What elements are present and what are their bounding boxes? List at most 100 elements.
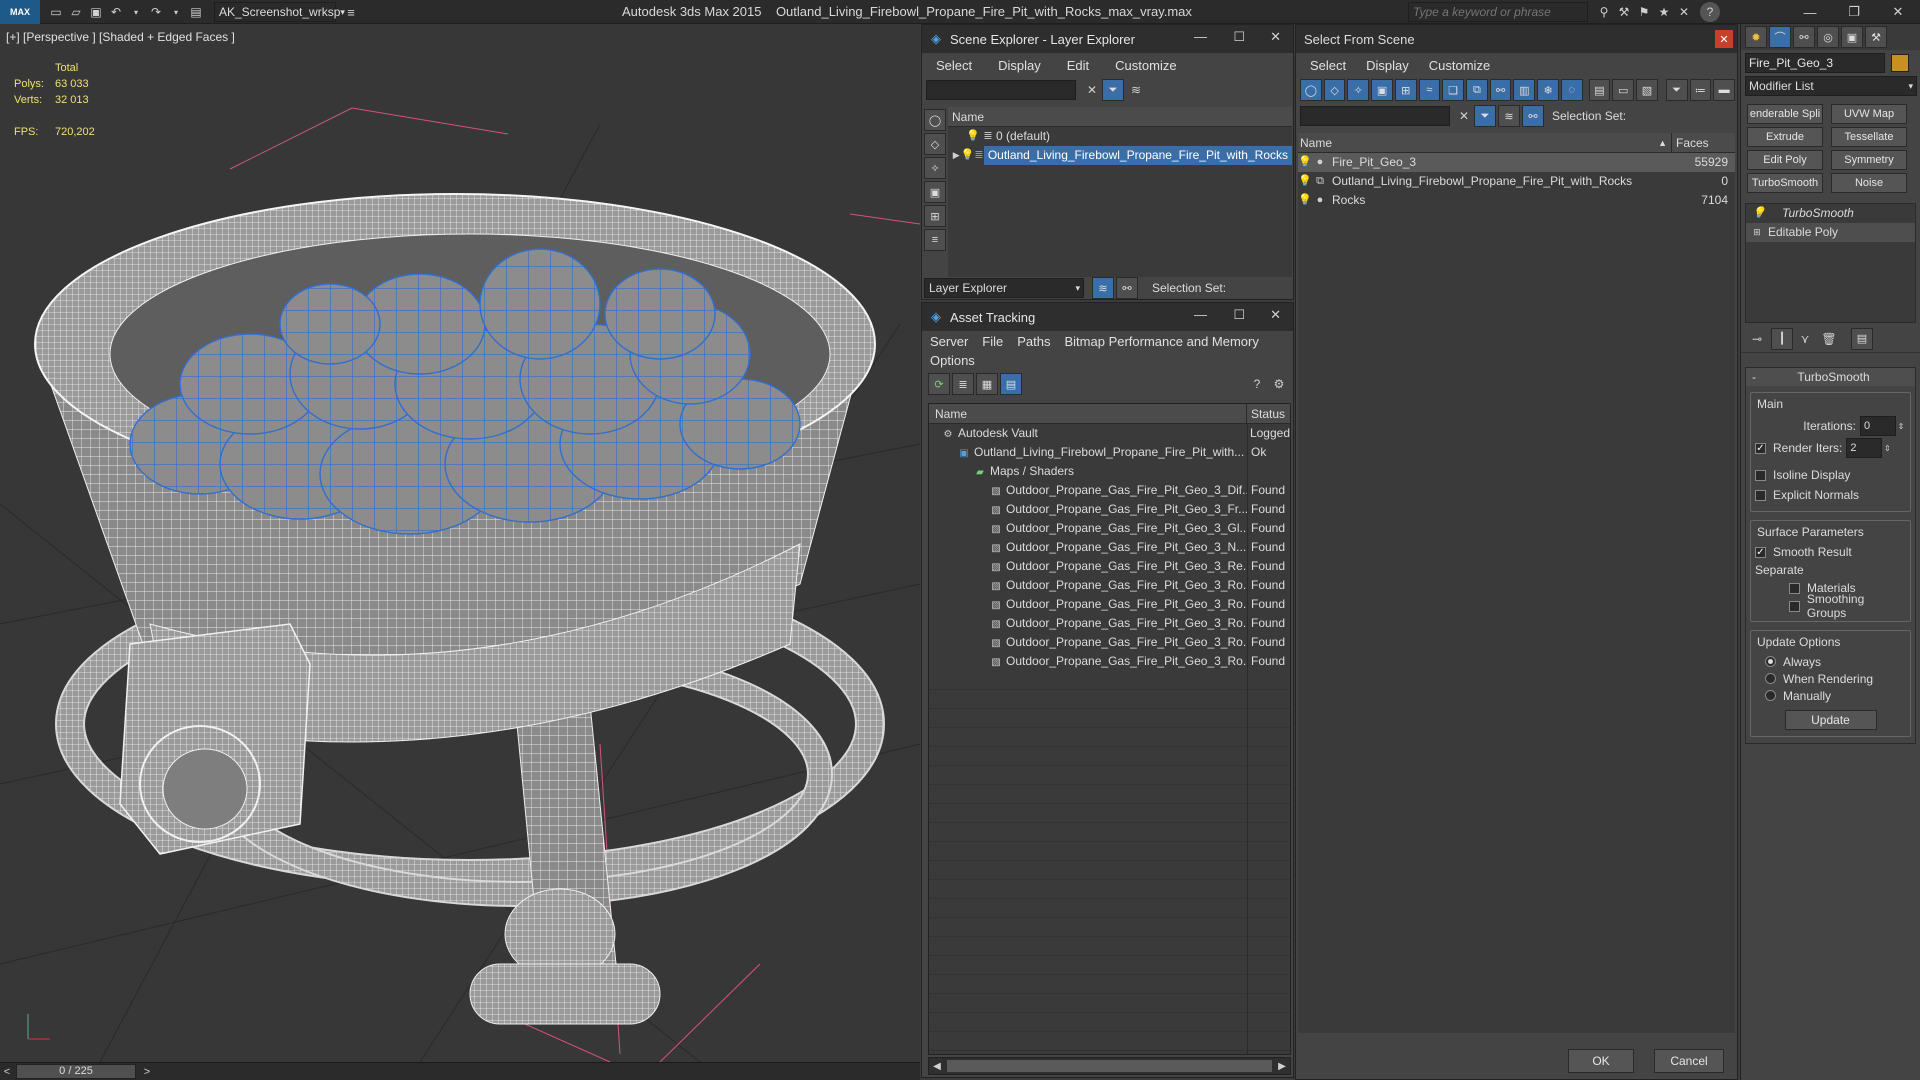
- column-header-status[interactable]: Status: [1247, 404, 1285, 424]
- menu-customize[interactable]: Customize: [1429, 58, 1490, 73]
- settings-icon[interactable]: ⚙: [1269, 374, 1289, 394]
- asset-row[interactable]: ▧ Outdoor_Propane_Gas_Fire_Pit_Geo_3_Fr..…: [929, 500, 1290, 519]
- object-color-swatch[interactable]: [1891, 54, 1909, 72]
- asset-row[interactable]: ⚙ Autodesk Vault Logged: [929, 424, 1290, 443]
- perspective-viewport[interactable]: [+] [Perspective ] [Shaded + Edged Faces…: [0, 24, 920, 1062]
- scroll-right-icon[interactable]: ▶: [1274, 1061, 1290, 1072]
- modifier-button[interactable]: TurboSmooth: [1747, 173, 1823, 193]
- app-logo[interactable]: MAX: [0, 0, 40, 24]
- filter-geometry-icon[interactable]: ◯: [1300, 79, 1322, 101]
- display-none-icon[interactable]: ▭: [1612, 79, 1635, 101]
- asset-tracking-titlebar[interactable]: ◈ Asset Tracking — ☐ ✕: [922, 303, 1293, 331]
- close-icon[interactable]: ✕: [1876, 0, 1920, 24]
- help-icon[interactable]: ?: [1247, 374, 1267, 394]
- asset-row[interactable]: ▧ Outdoor_Propane_Gas_Fire_Pit_Geo_3_N...…: [929, 538, 1290, 557]
- maximize-icon[interactable]: ☐: [1233, 307, 1245, 323]
- filter-frozen-icon[interactable]: ❄: [1537, 79, 1559, 101]
- tools-icon[interactable]: ⚒: [1614, 2, 1634, 22]
- asset-row[interactable]: ▧ Outdoor_Propane_Gas_Fire_Pit_Geo_3_Ro..…: [929, 595, 1290, 614]
- make-unique-icon[interactable]: ⋎: [1795, 329, 1815, 349]
- modify-tab-icon[interactable]: ⌒: [1769, 26, 1791, 48]
- display-layers-icon[interactable]: ≡: [924, 229, 946, 251]
- select-search-input[interactable]: [1300, 106, 1450, 126]
- table-view-icon[interactable]: ▤: [1000, 373, 1022, 395]
- clear-search-icon[interactable]: ✕: [1082, 80, 1102, 100]
- motion-tab-icon[interactable]: ◎: [1817, 26, 1839, 48]
- horizontal-scrollbar[interactable]: ◀ ▶: [928, 1057, 1291, 1075]
- filter-icon[interactable]: ⏷: [1474, 105, 1496, 127]
- viewport-label[interactable]: [+] [Perspective ] [Shaded + Edged Faces…: [6, 30, 235, 44]
- hierarchy-tab-icon[interactable]: ⚯: [1793, 26, 1815, 48]
- expand-plus-icon[interactable]: ⊞: [1752, 223, 1762, 242]
- menu-customize[interactable]: Customize: [1115, 58, 1176, 73]
- modifier-button[interactable]: Extrude: [1747, 127, 1823, 147]
- lightbulb-icon[interactable]: 💡: [966, 127, 980, 146]
- smoothing-groups-checkbox[interactable]: [1789, 600, 1800, 612]
- minimize-icon[interactable]: —: [1194, 29, 1207, 44]
- hierarchy-mode-icon[interactable]: ⚯: [1116, 277, 1138, 299]
- time-slider-thumb[interactable]: 0 / 225: [16, 1064, 136, 1079]
- stack-item-editable-poly[interactable]: ⊞ Editable Poly: [1746, 223, 1915, 242]
- favorites-star-icon[interactable]: ★: [1654, 2, 1674, 22]
- show-end-result-icon[interactable]: ┃: [1771, 327, 1793, 350]
- spinner-arrows-icon[interactable]: ⇕: [1896, 422, 1906, 431]
- new-file-icon[interactable]: ▭: [46, 2, 66, 22]
- filter-shapes-icon[interactable]: ◇: [1323, 79, 1346, 101]
- menu-edit[interactable]: Edit: [1067, 58, 1089, 73]
- select-from-scene-titlebar[interactable]: Select From Scene ✕: [1296, 25, 1737, 53]
- manually-radio[interactable]: [1765, 690, 1776, 701]
- minimize-icon[interactable]: —: [1788, 0, 1832, 24]
- filter-helpers-icon[interactable]: ⊞: [1394, 79, 1417, 101]
- object-row[interactable]: 💡 ⧉ Outland_Living_Firebowl_Propane_Fire_P…: [1298, 172, 1735, 191]
- layer-row[interactable]: ▶ 💡 ≣ Outland_Living_Firebowl_Propane_Fi…: [948, 146, 1292, 165]
- configure-sets-icon[interactable]: ▤: [1851, 327, 1873, 350]
- modifier-button[interactable]: UVW Map: [1831, 104, 1907, 124]
- asset-row[interactable]: ▧ Outdoor_Propane_Gas_Fire_Pit_Geo_3_Dif.…: [929, 481, 1290, 500]
- layer-mode-icon[interactable]: ≋: [1092, 277, 1114, 299]
- maximize-icon[interactable]: ❐: [1832, 0, 1876, 24]
- ok-button[interactable]: OK: [1568, 1049, 1634, 1073]
- modifier-button[interactable]: Symmetry: [1831, 150, 1907, 170]
- render-iters-checkbox[interactable]: ✓: [1755, 442, 1766, 454]
- display-all-icon[interactable]: ▤: [1588, 79, 1611, 101]
- create-tab-icon[interactable]: ✹: [1745, 26, 1767, 48]
- search-input[interactable]: [1408, 2, 1588, 22]
- object-row[interactable]: 💡 ● Fire_Pit_Geo_3 55929: [1298, 153, 1735, 172]
- scroll-left-icon[interactable]: ◀: [929, 1061, 945, 1072]
- lightbulb-icon[interactable]: 💡: [1298, 172, 1312, 191]
- explicit-normals-checkbox[interactable]: [1755, 489, 1766, 501]
- pin-stack-icon[interactable]: ⊸: [1747, 329, 1767, 349]
- layer-row[interactable]: 💡 ≣ 0 (default): [948, 127, 1292, 146]
- project-folder-icon[interactable]: ▤: [186, 2, 206, 22]
- display-cameras-icon[interactable]: ▣: [924, 181, 946, 203]
- asset-row[interactable]: ▧ Outdoor_Propane_Gas_Fire_Pit_Geo_3_Ro..…: [929, 576, 1290, 595]
- filter-cameras-icon[interactable]: ▣: [1371, 79, 1393, 101]
- redo-icon[interactable]: ↷: [146, 2, 166, 22]
- render-iters-spinner[interactable]: [1846, 438, 1883, 458]
- next-frame-button[interactable]: >: [140, 1066, 154, 1078]
- turbosmooth-rollout-header[interactable]: - TurboSmooth: [1746, 368, 1915, 386]
- hierarchy-icon[interactable]: ≔: [1689, 79, 1712, 101]
- lightbulb-icon[interactable]: 💡: [960, 146, 974, 165]
- filter-lights-icon[interactable]: ✧: [1347, 79, 1370, 101]
- open-file-icon[interactable]: ▱: [66, 2, 86, 22]
- lightbulb-icon[interactable]: 💡: [1298, 153, 1312, 172]
- filter-xrefs-icon[interactable]: ⧉: [1466, 79, 1488, 101]
- filter-bones-icon[interactable]: ⚯: [1489, 79, 1512, 101]
- asset-row[interactable]: ▧ Outdoor_Propane_Gas_Fire_Pit_Geo_3_Ro..…: [929, 633, 1290, 652]
- asset-row[interactable]: ▧ Outdoor_Propane_Gas_Fire_Pit_Geo_3_Ro..…: [929, 652, 1290, 671]
- collapse-minus-icon[interactable]: -: [1752, 370, 1756, 384]
- modifier-list-dropdown[interactable]: Modifier List ▾: [1745, 76, 1917, 96]
- column-header-name[interactable]: Name ▲: [1298, 132, 1672, 153]
- stack-item-turbosmooth[interactable]: 💡 TurboSmooth: [1746, 204, 1915, 223]
- scene-explorer-titlebar[interactable]: ◈ Scene Explorer - Layer Explorer — ☐ ✕: [922, 25, 1293, 53]
- dropdown-arrow-icon[interactable]: ▾: [126, 2, 146, 22]
- display-invert-icon[interactable]: ▧: [1636, 79, 1658, 101]
- display-helpers-icon[interactable]: ⊞: [924, 205, 946, 227]
- undo-icon[interactable]: ↶: [106, 2, 126, 22]
- collapse-icon[interactable]: ▬: [1713, 79, 1735, 101]
- asset-row[interactable]: ▧ Outdoor_Propane_Gas_Fire_Pit_Geo_3_Ro..…: [929, 614, 1290, 633]
- filter-icon[interactable]: ⏷: [1102, 79, 1124, 101]
- display-geometry-icon[interactable]: ◯: [924, 109, 946, 131]
- modifier-button[interactable]: enderable Spli: [1747, 104, 1823, 124]
